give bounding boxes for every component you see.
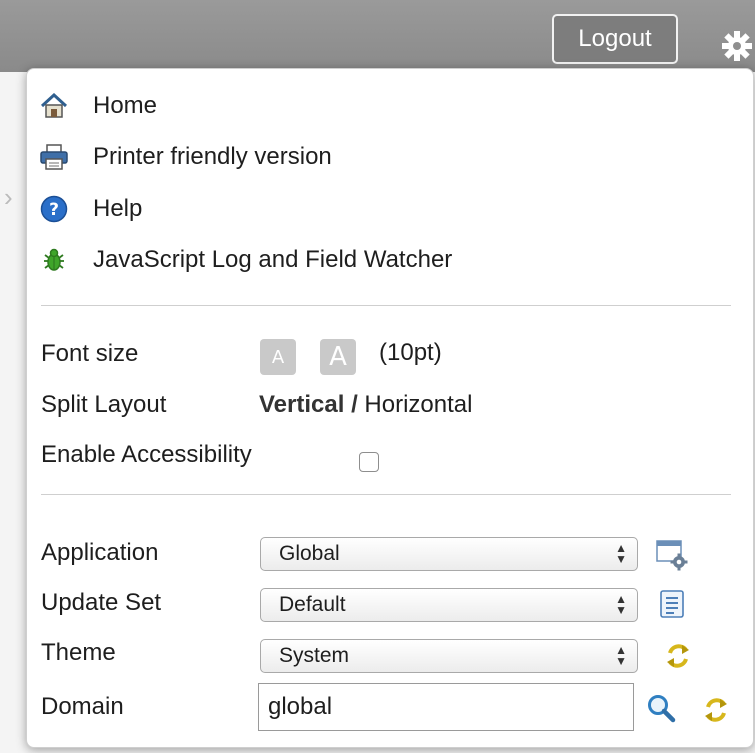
menu-item-home[interactable]: Home (39, 83, 157, 129)
update-set-select[interactable]: Default ▲ ▼ (260, 588, 638, 622)
domain-input-value: global (268, 693, 333, 720)
menu-item-printer-friendly[interactable]: Printer friendly version (39, 134, 332, 180)
application-select-value: Global (279, 542, 340, 565)
home-icon (39, 91, 69, 121)
menu-item-label: Home (93, 92, 158, 119)
select-arrows-icon: ▲ ▼ (615, 592, 627, 617)
update-set-list-icon[interactable] (655, 587, 689, 621)
select-arrows-icon: ▲ ▼ (615, 541, 627, 566)
settings-dropdown-panel: Home Printer friendly version ? Help Jav… (26, 68, 754, 748)
increase-font-size-button[interactable]: A (320, 339, 356, 375)
logout-button[interactable]: Logout (552, 14, 678, 64)
menu-item-label: Help (93, 195, 143, 222)
menu-item-label: Printer friendly version (93, 143, 332, 170)
divider (41, 305, 731, 306)
domain-refresh-icon[interactable] (699, 693, 733, 727)
divider (41, 494, 731, 495)
font-size-label: Font size (41, 340, 139, 367)
theme-label: Theme (41, 639, 116, 666)
select-arrows-icon: ▲ ▼ (615, 643, 627, 668)
menu-item-javascript-log[interactable]: JavaScript Log and Field Watcher (39, 237, 452, 283)
accessibility-label: Enable Accessibility (41, 441, 252, 468)
top-bar: Logout (0, 0, 755, 72)
application-settings-icon[interactable] (655, 538, 689, 572)
search-icon[interactable] (644, 691, 678, 725)
split-layout-options: Vertical / Horizontal (259, 391, 472, 419)
bug-icon (39, 245, 69, 275)
printer-icon (39, 142, 69, 172)
decrease-font-size-button[interactable]: A (260, 339, 296, 375)
gear-icon[interactable] (721, 30, 753, 62)
application-label: Application (41, 539, 159, 566)
update-set-label: Update Set (41, 589, 162, 616)
update-set-select-value: Default (279, 593, 346, 616)
domain-input[interactable]: global (258, 683, 634, 731)
theme-refresh-icon[interactable] (661, 639, 695, 673)
split-horizontal-option[interactable]: Horizontal (364, 391, 472, 418)
background-chevron-icon: › (4, 182, 13, 212)
split-vertical-option[interactable]: Vertical (259, 391, 344, 418)
split-separator: / (344, 391, 365, 418)
font-size-value: (10pt) (379, 339, 442, 366)
menu-item-help[interactable]: ? Help (39, 186, 142, 232)
svg-text:?: ? (49, 200, 59, 220)
theme-select-value: System (279, 644, 350, 667)
theme-select[interactable]: System ▲ ▼ (260, 639, 638, 673)
application-select[interactable]: Global ▲ ▼ (260, 537, 638, 571)
domain-label: Domain (41, 693, 124, 720)
split-layout-label: Split Layout (41, 391, 167, 418)
help-icon: ? (39, 194, 69, 224)
accessibility-checkbox[interactable] (359, 452, 379, 472)
menu-item-label: JavaScript Log and Field Watcher (93, 246, 453, 273)
